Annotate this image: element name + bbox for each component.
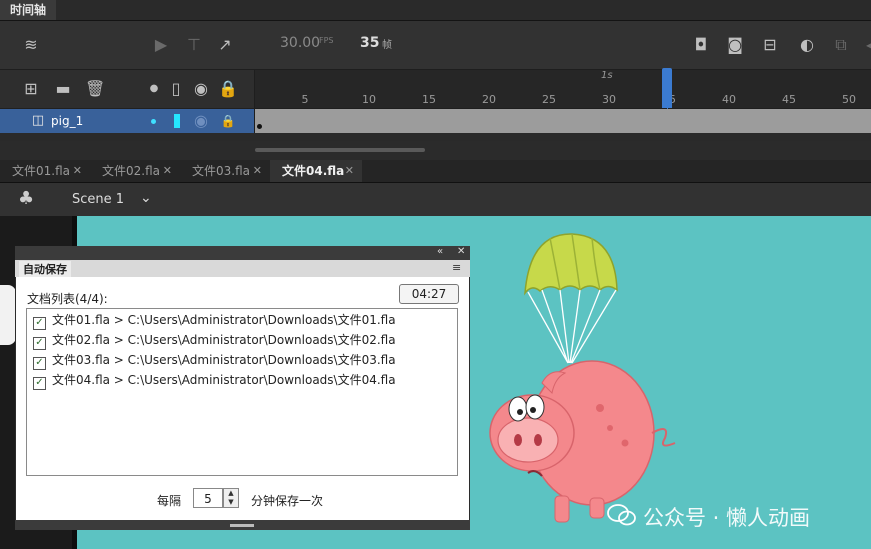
document-list-label: 文档列表(4/4): <box>27 292 108 306</box>
blank-keyframe-icon[interactable]: ◙ <box>725 35 745 55</box>
list-item[interactable]: ✓ 文件03.fla > C:\Users\Administrator\Downl… <box>33 351 396 370</box>
ruler-number: 45 <box>782 93 796 106</box>
frame-ruler[interactable]: 5 10 15 20 25 30 35 40 45 50 <box>255 70 871 108</box>
ruler-number: 40 <box>722 93 736 106</box>
ruler-number: 15 <box>422 93 436 106</box>
playhead[interactable] <box>662 68 672 108</box>
watermark-text: 公众号 · 懒人动画 <box>643 506 811 530</box>
close-icon[interactable]: ✕ <box>457 246 465 257</box>
interval-input[interactable]: 5 <box>193 488 223 508</box>
frame-unit: 帧 <box>382 40 392 51</box>
menu-icon[interactable]: ≡ <box>452 261 461 274</box>
checkbox-checked[interactable]: ✓ <box>33 337 46 350</box>
list-item[interactable]: ✓ 文件02.fla > C:\Users\Administrator\Downl… <box>33 331 396 350</box>
doc-tab[interactable]: 文件02.fla ✕ <box>90 160 180 182</box>
dialog-title-bar[interactable] <box>15 260 470 277</box>
fps-value[interactable]: 30.00 <box>280 35 320 51</box>
new-folder-icon[interactable]: ▬ <box>53 79 73 99</box>
next-layer-row <box>0 133 871 141</box>
timeline-panel-header <box>0 0 871 21</box>
interval-prefix: 每隔 <box>157 494 182 508</box>
layer-type-icon: ◫ <box>31 113 45 128</box>
current-frame[interactable]: 35 <box>360 35 379 51</box>
layer-visibility-icon[interactable]: ◉ <box>191 111 211 131</box>
layer-highlight-dot[interactable] <box>151 119 156 124</box>
collapse-icon[interactable]: « <box>437 246 443 257</box>
new-layer-icon[interactable]: ⊞ <box>21 79 41 99</box>
second-marker: 1s <box>601 70 613 81</box>
close-icon[interactable]: ✕ <box>253 160 262 182</box>
doc-tab[interactable]: 文件03.fla ✕ <box>180 160 270 182</box>
layer-lock-icon[interactable]: 🔒 <box>218 111 238 131</box>
close-icon[interactable]: ✕ <box>345 160 354 182</box>
wechat-icon <box>607 504 636 526</box>
resize-grip[interactable] <box>230 524 254 527</box>
remove-keyframe-icon[interactable]: ⊟ <box>760 35 780 55</box>
graph-icon[interactable]: ↗ <box>215 35 235 55</box>
checkbox-checked[interactable]: ✓ <box>33 357 46 370</box>
stage-artwork-fragment <box>0 285 16 345</box>
layer-outline-color[interactable] <box>174 114 180 128</box>
ruler-number: 10 <box>362 93 376 106</box>
scene-bar <box>0 183 871 216</box>
close-icon[interactable]: ✕ <box>163 160 172 182</box>
scroll-left-icon[interactable]: ◂ <box>860 35 871 55</box>
countdown-timer: 04:27 <box>399 284 459 304</box>
timeline-scrollbar[interactable] <box>255 148 425 152</box>
scene-icon[interactable]: ♣ <box>18 188 34 209</box>
ruler-number: 25 <box>542 93 556 106</box>
insert-keyframe-icon[interactable]: ◘ <box>691 35 711 55</box>
scene-label[interactable]: Scene 1 <box>72 192 124 207</box>
ruler-number: 5 <box>301 93 309 106</box>
layer-name[interactable]: pig_1 <box>51 114 83 128</box>
dialog-title: 自动保存 <box>19 261 71 277</box>
visibility-icon[interactable]: ◉ <box>191 79 211 99</box>
interval-stepper[interactable]: ▲ ▼ <box>223 488 239 508</box>
list-item[interactable]: ✓ 文件01.fla > C:\Users\Administrator\Downl… <box>33 311 396 330</box>
doc-tab-active[interactable]: 文件04.fla ✕ <box>270 160 362 182</box>
pig-parachute-artwork <box>489 233 676 523</box>
ruler-number: 20 <box>482 93 496 106</box>
checkbox-checked[interactable]: ✓ <box>33 377 46 390</box>
outline-icon[interactable]: ▯ <box>166 79 186 99</box>
dialog-top-bar[interactable] <box>15 246 470 260</box>
timeline-tab[interactable]: 时间轴 <box>0 0 57 20</box>
interval-suffix: 分钟保存一次 <box>251 494 324 508</box>
delete-layer-icon[interactable]: 🗑 <box>85 79 105 99</box>
fps-unit: FPS <box>319 36 334 45</box>
keyframe-dot[interactable] <box>257 124 262 129</box>
onion-skin-icon[interactable]: ◐ <box>797 35 817 55</box>
layers-icon[interactable]: ≋ <box>21 35 41 55</box>
lock-icon[interactable]: 🔒 <box>218 79 238 99</box>
camera-icon[interactable]: ▶ <box>151 35 171 55</box>
ruler-number: 30 <box>602 93 616 106</box>
frames-track[interactable] <box>255 109 871 133</box>
timeline-bottom <box>0 141 871 160</box>
hierarchy-icon[interactable]: ⊤ <box>184 35 204 55</box>
highlight-icon[interactable]: ● <box>144 79 164 99</box>
onion-outline-icon[interactable]: ⧉ <box>831 35 851 55</box>
list-item[interactable]: ✓ 文件04.fla > C:\Users\Administrator\Downl… <box>33 371 396 390</box>
ruler-number: 50 <box>842 93 856 106</box>
close-icon[interactable]: ✕ <box>73 160 82 182</box>
checkbox-checked[interactable]: ✓ <box>33 317 46 330</box>
chevron-down-icon[interactable]: ⌄ <box>140 190 152 206</box>
doc-tab[interactable]: 文件01.fla ✕ <box>0 160 90 182</box>
